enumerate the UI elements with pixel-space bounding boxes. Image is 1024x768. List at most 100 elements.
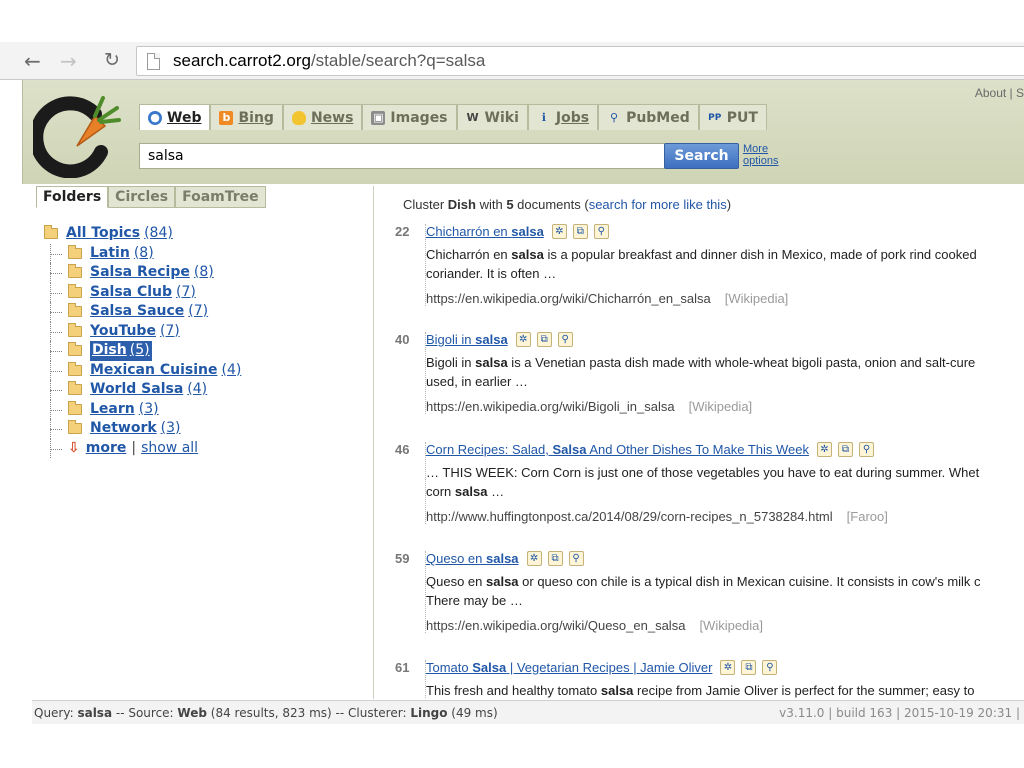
preview-magnifier-icon[interactable]: ⚲	[762, 660, 778, 675]
preview-magnifier-icon[interactable]: ⚲	[557, 332, 573, 347]
folder-icon	[68, 381, 82, 396]
tree-item-salsa-recipe[interactable]: Salsa Recipe (8)	[44, 263, 241, 283]
doc-url: https://en.wikipedia.org/wiki/Chicharrón…	[426, 291, 789, 306]
tab-web[interactable]: ● Web	[139, 104, 211, 130]
carrot2-logo	[33, 96, 121, 178]
cluster-info: Cluster Dish with 5 documents (search fo…	[403, 197, 732, 212]
page-icon	[147, 53, 160, 70]
show-clusters-icon[interactable]: ✲	[515, 332, 531, 347]
status-bar: Query: salsa -- Source: Web (84 results,…	[32, 700, 1024, 724]
query-status: Query: salsa -- Source: Web (84 results,…	[34, 706, 498, 720]
doc-snippet: This fresh and healthy tomato salsa reci…	[426, 683, 975, 698]
globe-icon: ●	[148, 110, 162, 125]
reload-icon[interactable]: ↻	[104, 49, 120, 71]
open-new-window-icon[interactable]: ⧉	[572, 224, 588, 239]
pubmed-icon: ⚲	[610, 110, 619, 124]
tree-root[interactable]: All Topics (84)	[44, 224, 241, 244]
tree-item-mexican-cuisine[interactable]: Mexican Cuisine (4)	[44, 360, 241, 381]
source-tabs: ● Web b Bing News ▣ Images W Wiki ℹ Jobs ⚲ Pub…	[139, 104, 767, 130]
more-link[interactable]: more	[86, 439, 127, 459]
doc-snippet: … THIS WEEK: Corn Corn is just one of th…	[426, 465, 980, 499]
view-tabs: Folders Circles FoamTree	[36, 186, 266, 208]
doc-rank: 40	[395, 332, 410, 347]
images-icon: ▣	[371, 110, 386, 125]
doc-rank: 46	[395, 442, 410, 457]
show-all-link[interactable]: show all	[141, 439, 198, 459]
tab-folders[interactable]: Folders	[36, 186, 109, 208]
tab-wiki[interactable]: W Wiki	[456, 104, 528, 130]
tree-item-learn[interactable]: Learn (3)	[44, 399, 241, 420]
doc-title: Tomato Salsa | Vegetarian Recipes | Jami…	[426, 660, 1024, 675]
tree-item-youtube[interactable]: YouTube (7)	[44, 321, 241, 342]
open-new-window-icon[interactable]: ⧉	[838, 442, 853, 457]
tree-item-salsa-club[interactable]: Salsa Club (7)	[44, 282, 241, 303]
tab-images[interactable]: ▣ Images	[362, 104, 457, 130]
doc-rank: 59	[395, 551, 410, 566]
folder-icon	[68, 303, 82, 318]
doc-title-link[interactable]: Queso en salsa	[426, 551, 519, 566]
tab-pubmed[interactable]: ⚲ PubMed	[598, 104, 699, 130]
preview-magnifier-icon[interactable]: ⚲	[568, 551, 584, 566]
wiki-icon: W	[466, 110, 479, 124]
url-text[interactable]: search.carrot2.org/stable/search?q=salsa	[173, 51, 485, 71]
doc-url: https://en.wikipedia.org/wiki/Queso_en_s…	[426, 618, 764, 633]
doc-snippet: Bigoli in salsa is a Venetian pasta dish…	[426, 355, 976, 389]
search-button[interactable]: Search	[664, 143, 739, 169]
show-clusters-icon[interactable]: ✲	[551, 224, 567, 239]
preview-magnifier-icon[interactable]: ⚲	[593, 224, 609, 239]
folder-icon	[68, 420, 82, 435]
forward-arrow-icon[interactable]: →	[60, 49, 77, 73]
tab-foamtree[interactable]: FoamTree	[175, 186, 266, 208]
show-clusters-icon[interactable]: ✲	[720, 660, 736, 675]
bing-icon: b	[219, 110, 234, 125]
tab-put[interactable]: PP PUT	[698, 104, 767, 130]
tab-circles[interactable]: Circles	[108, 186, 176, 208]
doc-snippet: Chicharrón en salsa is a popular breakfa…	[426, 247, 977, 281]
jobs-icon: ℹ	[541, 110, 546, 124]
version-info: v3.11.0 | build 163 | 2015-10-19 20:31 |	[779, 706, 1020, 720]
doc-title-link[interactable]: Bigoli in salsa	[426, 332, 508, 347]
tree-item-latin[interactable]: Latin (8)	[44, 243, 241, 264]
tree-more-row: ⇩ more | show all	[44, 438, 241, 459]
about-link[interactable]: About | S	[975, 86, 1024, 100]
search-header: About | S ● Web b Bing News ▣ Images W Wiki …	[22, 80, 1024, 184]
doc-url: http://www.huffingtonpost.ca/2014/08/29/…	[426, 509, 888, 524]
doc-actions: ✲ ⧉ ⚲	[515, 332, 573, 347]
tab-bing[interactable]: b Bing	[210, 104, 283, 130]
tree-item-salsa-sauce[interactable]: Salsa Sauce (7)	[44, 302, 241, 322]
doc-rank: 22	[395, 224, 410, 239]
search-input[interactable]: salsa	[139, 143, 665, 169]
open-new-window-icon[interactable]: ⧉	[536, 332, 552, 347]
tree-item-dish-selected[interactable]: Dish (5)	[44, 341, 241, 361]
show-clusters-icon[interactable]: ✲	[526, 551, 542, 566]
search-more-like-this-link[interactable]: search for more like this	[589, 197, 727, 212]
doc-body: Corn Recipes: Salad, Salsa And Other Dis…	[425, 442, 1024, 524]
url-path: /stable/search?q=salsa	[310, 51, 486, 70]
doc-title-link[interactable]: Chicharrón en salsa	[426, 224, 544, 239]
doc-actions: ✲ ⧉ ⚲	[526, 551, 584, 566]
open-new-window-icon[interactable]: ⧉	[547, 551, 563, 566]
doc-body: Queso en salsa ✲ ⧉ ⚲ Queso en salsa or que…	[425, 551, 1024, 633]
doc-title: Queso en salsa ✲ ⧉ ⚲	[426, 551, 1024, 566]
doc-title-link[interactable]: Corn Recipes: Salad, Salsa And Other Dis…	[426, 442, 809, 457]
more-options-link[interactable]: More options	[743, 143, 778, 167]
put-icon: PP	[708, 112, 722, 123]
tree-item-world-salsa[interactable]: World Salsa (4)	[44, 380, 241, 400]
doc-body: Bigoli in salsa ✲ ⧉ ⚲ Bigoli in salsa is a…	[425, 332, 1024, 414]
tab-jobs[interactable]: ℹ Jobs	[527, 104, 599, 130]
doc-title-link[interactable]: Tomato Salsa | Vegetarian Recipes | Jami…	[426, 660, 712, 675]
show-clusters-icon[interactable]: ✲	[817, 442, 832, 457]
doc-body: Chicharrón en salsa ✲ ⧉ ⚲ Chicharrón en sa…	[425, 224, 1024, 306]
tab-news[interactable]: News	[282, 104, 363, 130]
preview-magnifier-icon[interactable]: ⚲	[859, 442, 874, 457]
doc-title: Corn Recipes: Salad, Salsa And Other Dis…	[426, 442, 1024, 457]
back-arrow-icon[interactable]: ←	[24, 49, 41, 73]
open-new-window-icon[interactable]: ⧉	[741, 660, 757, 675]
folder-icon	[68, 244, 82, 259]
selected-cluster[interactable]: Dish (5)	[90, 341, 152, 361]
address-bar[interactable]: search.carrot2.org/stable/search?q=salsa	[136, 46, 1024, 76]
tree-item-network[interactable]: Network (3)	[44, 419, 241, 439]
news-icon	[291, 110, 306, 125]
url-host: search.carrot2.org	[173, 51, 311, 70]
folder-icon	[68, 322, 82, 337]
